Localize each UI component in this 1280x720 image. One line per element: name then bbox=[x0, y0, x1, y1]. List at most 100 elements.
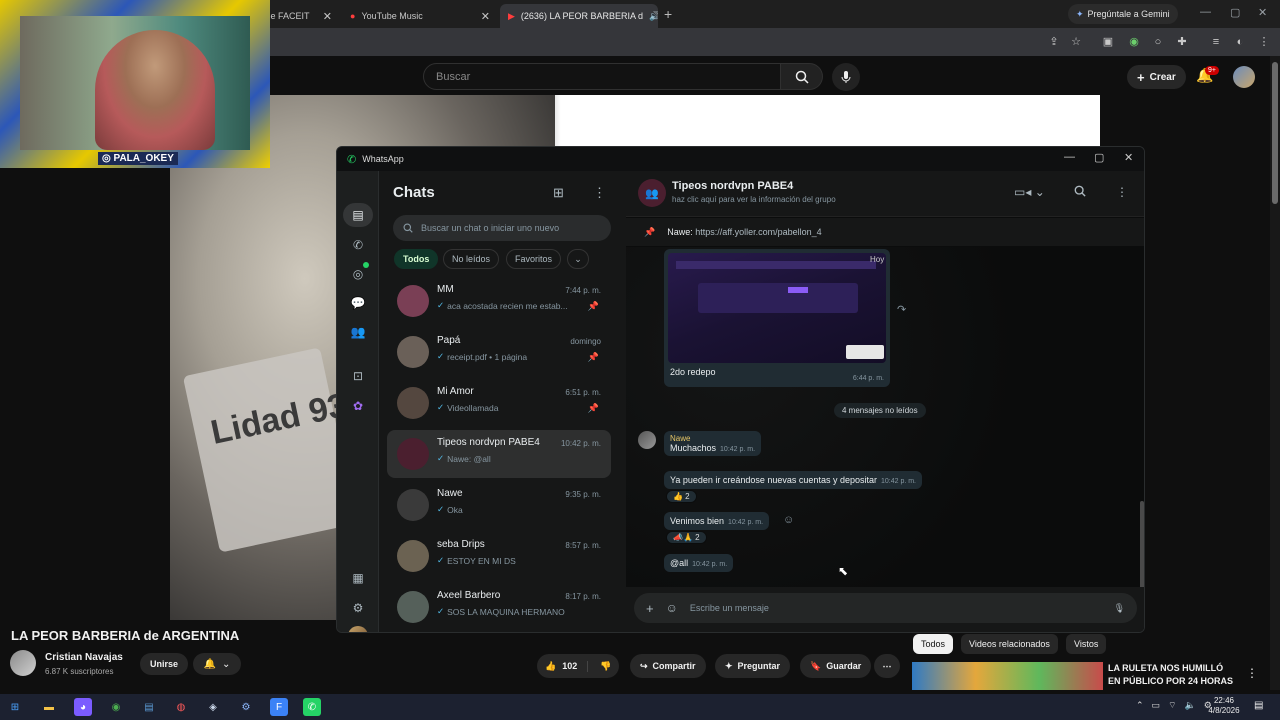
message-bubble[interactable]: Nawe Muchachos 10:42 p. m. bbox=[664, 431, 762, 456]
app-icon[interactable]: ◍ bbox=[172, 698, 190, 716]
close-icon[interactable]: ✕ bbox=[323, 10, 332, 23]
new-chat-icon[interactable]: ⊞ bbox=[553, 185, 564, 201]
install-icon[interactable]: ⇪ bbox=[1046, 34, 1062, 50]
chip-all[interactable]: Todos bbox=[913, 634, 954, 654]
meta-ai-icon[interactable]: ✿ bbox=[348, 396, 368, 416]
profile-icon[interactable]: ◐ bbox=[1232, 34, 1248, 50]
notepad-icon[interactable]: ▤ bbox=[140, 698, 158, 716]
chat-row[interactable]: MM 7:44 p. m. ✓ aca acostada recien me esta… bbox=[387, 277, 611, 325]
channel-name[interactable]: Cristian Navajas bbox=[45, 652, 123, 663]
archived-icon[interactable]: ⊡ bbox=[348, 366, 368, 386]
subscription-bell-button[interactable]: 🔔 ⌄ bbox=[193, 653, 241, 675]
volume-icon[interactable]: 🔈 bbox=[1185, 700, 1196, 711]
wifi-icon[interactable]: ⌔ bbox=[1168, 700, 1176, 711]
account-avatar[interactable] bbox=[1233, 66, 1255, 88]
battery-icon[interactable]: ▭ bbox=[1152, 700, 1161, 711]
chats-icon[interactable]: ▤ bbox=[348, 205, 368, 225]
tab-youtube-video[interactable]: ▶ (2636) LA PEOR BARBERIA d 🔊 ✕ bbox=[500, 4, 658, 28]
video-call-icon[interactable]: ▭◂ ⌄ bbox=[1014, 185, 1045, 199]
chrome-icon[interactable]: ◉ bbox=[107, 698, 125, 716]
settings-gear-icon[interactable]: ⚙ bbox=[348, 598, 368, 618]
group-info-hint[interactable]: haz clic aquí para ver la información de… bbox=[672, 195, 836, 204]
maximize-icon[interactable]: ▢ bbox=[1230, 6, 1240, 19]
extension-icon[interactable]: ○ bbox=[1150, 34, 1166, 50]
dislike-button[interactable]: 👎 bbox=[588, 661, 611, 672]
browser-menu-icon[interactable]: ⋮ bbox=[1256, 34, 1272, 50]
filter-more-button[interactable]: ⌄ bbox=[567, 249, 589, 269]
save-button[interactable]: 🔖 Guardar bbox=[800, 654, 872, 678]
extension-icon[interactable]: ▣ bbox=[1100, 34, 1116, 50]
media-icon[interactable]: ≡ bbox=[1208, 34, 1224, 50]
group-name[interactable]: Tipeos nordvpn PABE4 bbox=[672, 180, 793, 192]
message-reaction[interactable]: 📣🙏 2 bbox=[666, 531, 707, 544]
page-scrollbar-thumb[interactable] bbox=[1272, 62, 1278, 204]
taskbar-clock[interactable]: 22:46 4/8/2026 bbox=[1202, 696, 1246, 716]
join-button[interactable]: Unirse bbox=[140, 653, 189, 675]
chat-row[interactable]: Mi Amor 6:51 p. m. ✓ Videollamada 📌 bbox=[387, 379, 611, 427]
chip-watched[interactable]: Vistos bbox=[1066, 634, 1107, 654]
chip-related[interactable]: Videos relacionados bbox=[961, 634, 1058, 654]
message-bubble[interactable]: @all 10:42 p. m. bbox=[664, 554, 734, 572]
like-button[interactable]: 👍 102 bbox=[545, 660, 589, 672]
minimize-icon[interactable]: — bbox=[1064, 151, 1075, 163]
more-actions-button[interactable]: ⋯ bbox=[874, 654, 900, 678]
message-input[interactable]: + ☺ Escribe un mensaje 🎙 bbox=[634, 593, 1137, 623]
whatsapp-taskbar-icon[interactable]: ✆ bbox=[303, 698, 321, 716]
gemini-button[interactable]: ✦ Pregúntale a Gemini bbox=[1068, 4, 1178, 24]
chat-row[interactable]: Papá domingo ✓ receipt.pdf • 1 página 📌 bbox=[387, 328, 611, 376]
conversation-search-icon[interactable] bbox=[1074, 185, 1086, 200]
close-window-icon[interactable]: ✕ bbox=[1258, 6, 1267, 19]
close-icon[interactable]: ✕ bbox=[481, 10, 490, 23]
chat-row[interactable]: Nawe 9:35 p. m. ✓ Oka bbox=[387, 481, 611, 529]
share-button[interactable]: ↪ Compartir bbox=[630, 654, 706, 678]
more-vertical-icon[interactable]: ⋮ bbox=[1246, 666, 1258, 680]
bookmark-star-icon[interactable]: ☆ bbox=[1068, 34, 1084, 50]
sender-avatar[interactable] bbox=[638, 431, 656, 449]
steam-icon[interactable]: ◈ bbox=[204, 698, 222, 716]
message-reaction[interactable]: 👍 2 bbox=[666, 490, 697, 503]
channels-icon[interactable]: 💬 bbox=[348, 293, 368, 313]
communities-icon[interactable]: 👥 bbox=[348, 322, 368, 342]
close-window-icon[interactable]: ✕ bbox=[1124, 151, 1133, 164]
channel-avatar[interactable] bbox=[10, 650, 36, 676]
sticker-icon[interactable]: ☺ bbox=[666, 601, 678, 615]
menu-icon[interactable]: ⋮ bbox=[593, 185, 606, 201]
profile-avatar[interactable] bbox=[348, 626, 368, 632]
image-preview[interactable] bbox=[668, 253, 886, 363]
new-tab-button[interactable]: + bbox=[664, 6, 672, 22]
recommended-title[interactable]: LA RULETA NOS HUMILLÓ EN PÚBLICO POR 24 … bbox=[1108, 662, 1238, 688]
image-message[interactable]: Hoy 2do redepo 6:44 p. m. bbox=[664, 249, 890, 387]
filter-unread[interactable]: No leídos bbox=[443, 249, 500, 269]
speaker-icon[interactable]: 🔊 bbox=[649, 11, 658, 22]
recommended-thumbnail[interactable] bbox=[912, 662, 1103, 690]
calls-icon[interactable]: ✆ bbox=[348, 235, 368, 255]
search-input[interactable]: Buscar bbox=[423, 63, 781, 90]
chat-row[interactable]: Axeel Barbero 8:17 p. m. ✓ SOS LA MAQUINA H… bbox=[387, 583, 611, 631]
maximize-icon[interactable]: ▢ bbox=[1094, 151, 1104, 164]
add-reaction-icon[interactable]: ☺ bbox=[783, 514, 794, 526]
chevron-up-icon[interactable]: ⌃ bbox=[1136, 700, 1144, 711]
microphone-icon[interactable]: 🎙 bbox=[1114, 603, 1125, 614]
pinned-message-bar[interactable]: 📌 Nawe: https://aff.yoller.com/pabellon_… bbox=[626, 218, 1144, 246]
filter-favorites[interactable]: Favoritos bbox=[506, 249, 562, 269]
message-bubble[interactable]: Ya pueden ir creándose nuevas cuentas y … bbox=[664, 471, 923, 489]
forward-icon[interactable]: ↷ bbox=[897, 303, 906, 316]
puzzle-icon[interactable]: ✚ bbox=[1174, 34, 1190, 50]
conversation-scrollbar[interactable] bbox=[1140, 501, 1144, 601]
create-button[interactable]: + Crear bbox=[1127, 65, 1186, 89]
media-gallery-icon[interactable]: ▦ bbox=[348, 568, 368, 588]
faceit-app-icon[interactable]: F bbox=[270, 698, 288, 716]
settings-gear-icon[interactable]: ⚙ bbox=[237, 698, 255, 716]
chat-search-input[interactable]: Buscar un chat o iniciar uno nuevo bbox=[393, 215, 611, 241]
message-bubble[interactable]: Venimos bien 10:42 p. m. bbox=[664, 512, 770, 530]
windows-start-icon[interactable]: ⊞ bbox=[6, 698, 24, 716]
search-button[interactable] bbox=[781, 63, 823, 90]
pinned-link[interactable]: https://aff.yoller.com/pabellon_4 bbox=[695, 227, 821, 237]
minimize-icon[interactable]: — bbox=[1200, 6, 1211, 18]
extension-icon[interactable]: ◉ bbox=[1126, 34, 1142, 50]
file-explorer-icon[interactable]: ▬ bbox=[40, 698, 58, 716]
conversation-header[interactable]: 👥 Tipeos nordvpn PABE4 haz clic aquí par… bbox=[626, 171, 1144, 217]
voice-search-button[interactable] bbox=[832, 63, 860, 91]
group-avatar-icon[interactable]: 👥 bbox=[638, 179, 666, 207]
discord-icon[interactable]: ◕ bbox=[74, 698, 92, 716]
